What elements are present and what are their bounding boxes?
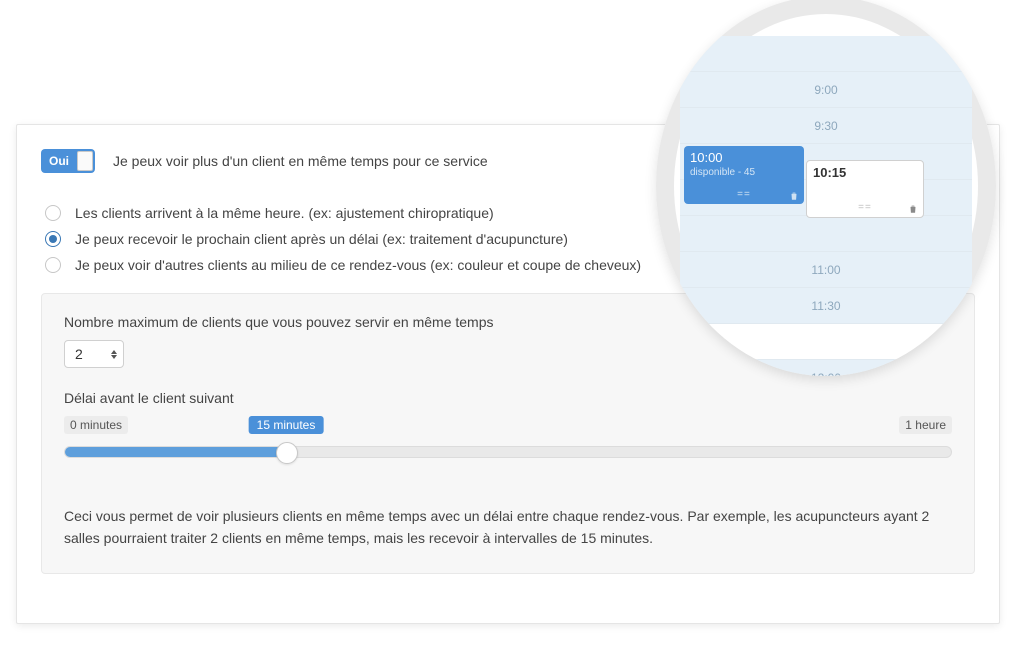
calendar-preview: 9:00 9:30 11:00 11:30 12:00 10:00 dispon…: [656, 0, 996, 376]
appointment-block-2[interactable]: 10:15 ==: [806, 160, 924, 218]
slider-thumb[interactable]: [276, 442, 298, 464]
calendar-row: [680, 216, 972, 252]
slider-max-label: 1 heure: [899, 416, 952, 434]
resize-handle-icon[interactable]: ==: [737, 189, 751, 200]
slider-track[interactable]: [64, 446, 952, 458]
radio-same-time[interactable]: [45, 205, 61, 221]
radio-label: Les clients arrivent à la même heure. (e…: [75, 205, 494, 221]
multi-client-toggle[interactable]: Oui: [41, 149, 95, 173]
calendar-row: 11:30: [680, 288, 972, 324]
calendar-row: [680, 36, 972, 72]
toggle-label: Oui: [49, 154, 69, 168]
select-value: 2: [75, 346, 83, 362]
chevron-updown-icon: [111, 350, 117, 359]
slider-min-label: 0 minutes: [64, 416, 128, 434]
radio-after-delay[interactable]: [45, 231, 61, 247]
radio-middle[interactable]: [45, 257, 61, 273]
trash-icon[interactable]: [908, 203, 918, 213]
appointment-time: 10:15: [813, 165, 917, 180]
calendar-row: 9:00: [680, 72, 972, 108]
max-clients-select[interactable]: 2: [64, 340, 124, 368]
radio-label: Je peux recevoir le prochain client aprè…: [75, 231, 568, 247]
slider-value-label: 15 minutes: [249, 416, 324, 434]
calendar-row: 9:30: [680, 108, 972, 144]
appointment-time: 10:00: [690, 150, 798, 165]
calendar-row: 11:00: [680, 252, 972, 288]
trash-icon[interactable]: [789, 190, 799, 200]
radio-label: Je peux voir d'autres clients au milieu …: [75, 257, 641, 273]
toggle-description: Je peux voir plus d'un client en même te…: [113, 153, 488, 169]
calendar-row: [680, 324, 972, 360]
delay-label: Délai avant le client suivant: [64, 390, 952, 406]
calendar-row: 12:00: [680, 360, 972, 376]
resize-handle-icon[interactable]: ==: [858, 202, 872, 213]
appointment-subtext: disponible - 45: [690, 167, 798, 178]
toggle-knob: [77, 151, 93, 171]
appointment-block-1[interactable]: 10:00 disponible - 45 ==: [684, 146, 804, 204]
hint-text: Ceci vous permet de voir plusieurs clien…: [64, 506, 952, 549]
slider-fill: [65, 447, 287, 457]
delay-slider[interactable]: 0 minutes 15 minutes 1 heure: [64, 416, 952, 486]
